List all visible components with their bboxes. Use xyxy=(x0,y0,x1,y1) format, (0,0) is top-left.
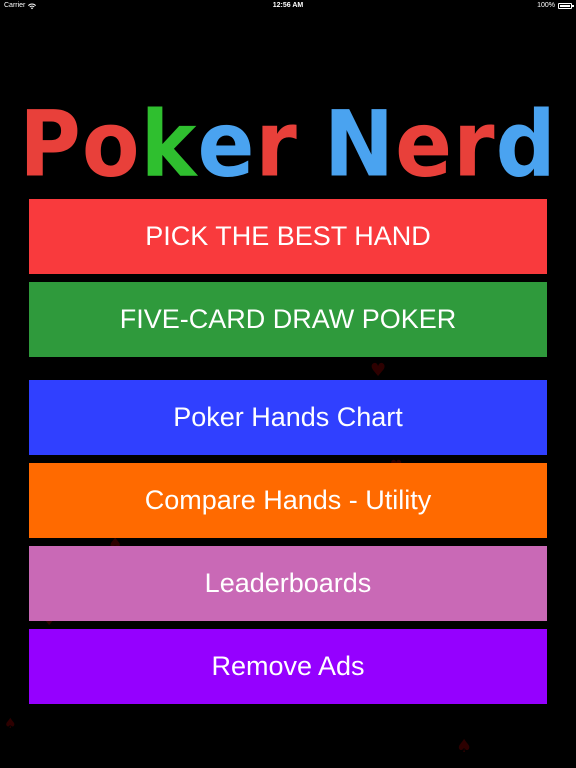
title-letter: r xyxy=(255,91,298,197)
title-letter: k xyxy=(140,91,198,197)
title-letter: r xyxy=(453,91,496,197)
title-letter: P xyxy=(19,91,82,197)
poker-hands-chart-label: Poker Hands Chart xyxy=(173,402,403,432)
title-letter: o xyxy=(81,91,141,197)
title-letter: e xyxy=(197,91,256,197)
pick-best-hand-button[interactable]: PICK THE BEST HAND xyxy=(29,199,547,274)
poker-hands-chart-button[interactable]: Poker Hands Chart xyxy=(29,380,547,455)
spade-suit-icon: ♠ xyxy=(4,716,17,732)
app-title: Poker Nerd xyxy=(0,92,576,196)
status-bar: Carrier 12:56 AM 100% xyxy=(0,0,576,12)
compare-hands-label: Compare Hands - Utility xyxy=(144,485,432,515)
home-screen: Carrier 12:56 AM 100% ♥ ♥ ♥ ♠ ♠ ♠ ♥ ♥ ♣ … xyxy=(0,0,576,768)
clock: 12:56 AM xyxy=(272,2,304,9)
spade-suit-icon: ♥ xyxy=(370,360,387,381)
five-card-draw-label: FIVE-CARD DRAW POKER xyxy=(119,304,457,334)
remove-ads-button[interactable]: Remove Ads xyxy=(29,629,547,704)
title-letter: N xyxy=(323,91,396,197)
battery-percentage: 100% xyxy=(537,2,555,9)
battery-icon xyxy=(558,3,574,9)
leaderboards-label: Leaderboards xyxy=(204,568,372,598)
remove-ads-label: Remove Ads xyxy=(211,651,365,681)
compare-hands-button[interactable]: Compare Hands - Utility xyxy=(29,463,547,538)
leaderboards-button[interactable]: Leaderboards xyxy=(29,546,547,621)
title-letter: e xyxy=(395,91,454,197)
five-card-draw-button[interactable]: FIVE-CARD DRAW POKER xyxy=(29,282,547,357)
status-right: 100% xyxy=(537,0,574,12)
pick-best-hand-label: PICK THE BEST HAND xyxy=(145,221,431,251)
spade-suit-icon: ♠ xyxy=(456,736,473,757)
title-letter: d xyxy=(495,91,557,197)
